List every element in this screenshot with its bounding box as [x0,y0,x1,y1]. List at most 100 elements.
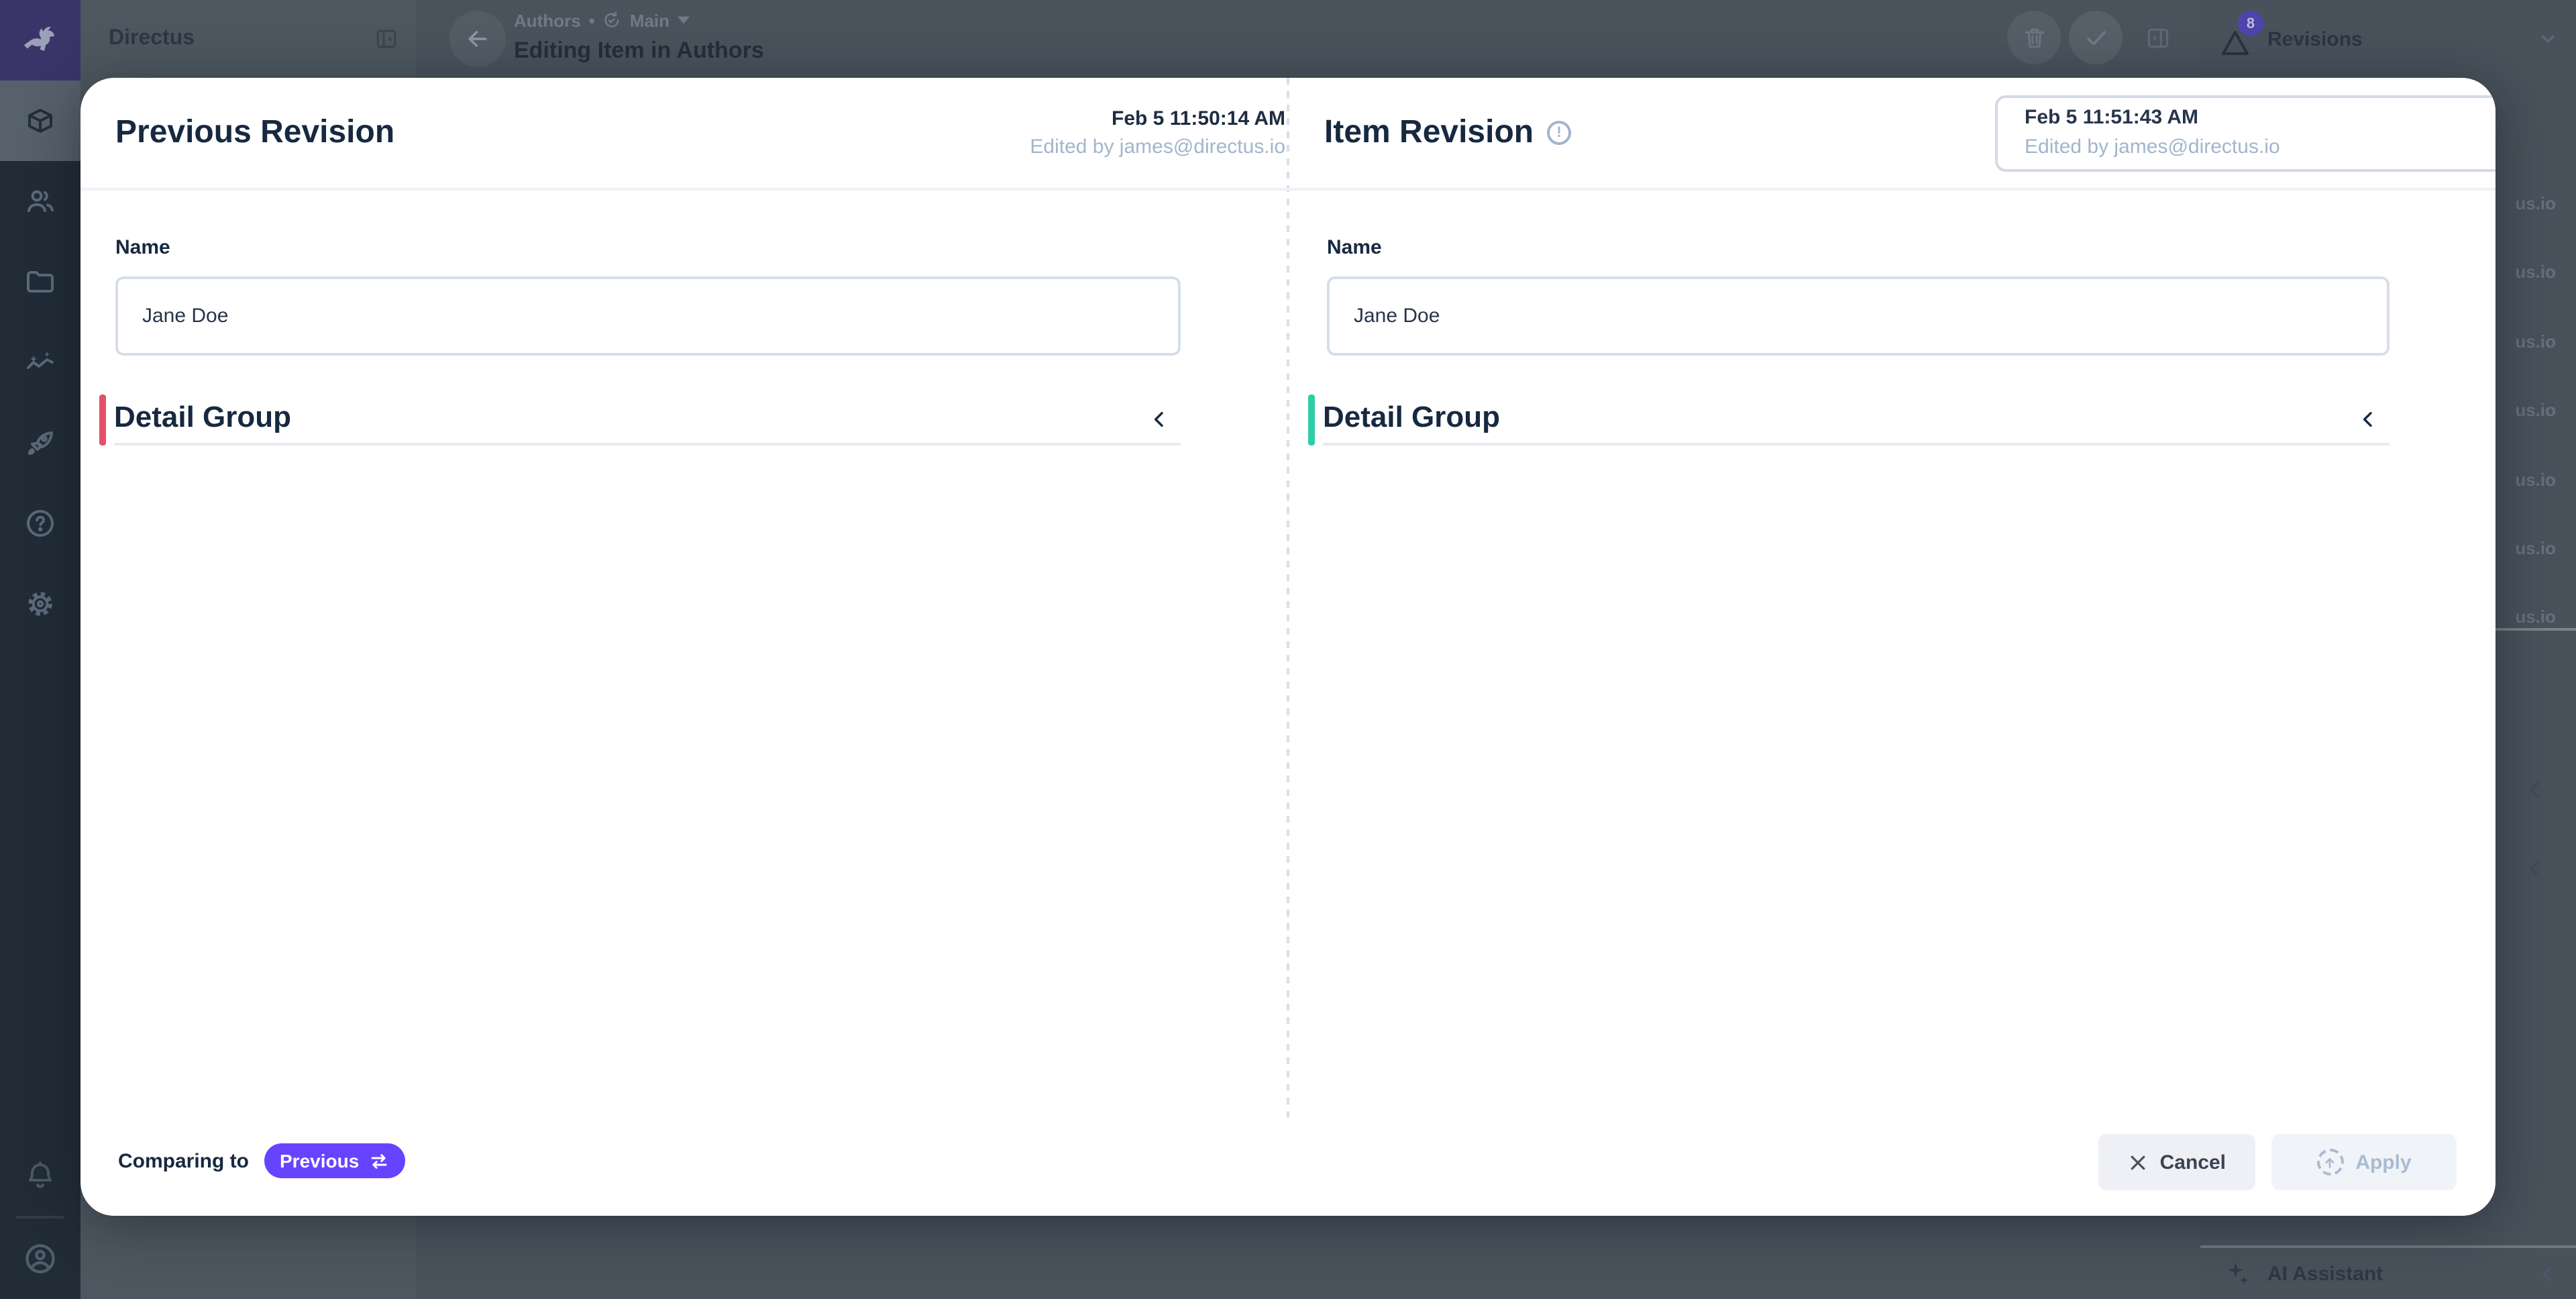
drawer-header-rule [80,188,2496,191]
comparing-to-label: Comparing to [118,1149,249,1172]
breadcrumb-version[interactable]: Main [630,10,669,30]
title-block: Authors • Main Editing Item in Authors [514,9,764,64]
module-files[interactable] [0,242,80,322]
previous-detail-group: Detail Group [99,395,1181,446]
revision-select-dropdown[interactable]: Feb 5 11:51:43 AM Edited by james@direct… [1995,95,2496,171]
cancel-button[interactable]: Cancel [2098,1134,2255,1190]
module-help[interactable] [0,483,80,564]
name-field-label: Name [1327,236,2390,259]
trash-icon [2021,25,2047,50]
rabbit-logo-icon [17,17,63,63]
swap-icon [368,1152,388,1170]
revision-line-fragment: us.io [2515,238,2556,307]
version-dropdown-arrow-icon[interactable] [678,16,690,24]
item-detail-group: Detail Group [1308,395,2390,446]
previous-revision-header: Previous Revision Feb 5 11:50:14 AM Edit… [115,78,1331,188]
users-icon [24,185,56,217]
toggle-sidebar-button[interactable] [2131,11,2184,64]
chevron-left-icon[interactable] [2537,1263,2557,1284]
module-insights[interactable] [0,322,80,403]
directus-logo[interactable] [0,0,80,81]
previous-revision-title: Previous Revision [115,114,394,152]
close-icon [2128,1152,2148,1172]
item-revision-header: Item Revision ! Feb 5 11:51:43 AM Edited… [1324,78,2496,188]
group-divider [114,443,1181,446]
group-collapse-chevron-icon[interactable] [2357,407,2379,432]
bell-icon [24,1159,56,1192]
revisions-section-header[interactable]: 8 Revisions [2200,0,2576,78]
project-name: Directus [109,27,195,51]
cancel-label: Cancel [2160,1151,2226,1174]
group-accent-bar-success [1308,395,1315,446]
info-icon: ! [1547,121,1571,145]
breadcrumb: Authors • Main [514,9,764,31]
module-bar [0,0,80,1299]
page-title: Editing Item in Authors [514,38,764,64]
directus-app: Directus Authors • Main Editing Item in … [0,0,2576,1299]
arrow-left-icon [464,25,491,52]
user-avatar[interactable] [0,1218,80,1299]
module-settings[interactable] [0,564,80,644]
revision-line-fragment: us.io [2515,307,2556,376]
module-users[interactable] [0,161,80,242]
insights-icon [24,346,56,378]
group-divider [1323,443,2390,446]
ai-assistant-section[interactable]: AI Assistant [2200,1245,2576,1299]
chevron-left-icon[interactable] [2524,778,2546,801]
comparing-target-value: Previous [280,1150,359,1172]
breadcrumb-separator: • [589,10,595,30]
ai-assistant-label: AI Assistant [2267,1262,2537,1285]
delete-item-button[interactable] [2007,11,2061,64]
detail-group-title: Detail Group [1323,400,1500,435]
apply-button[interactable]: Apply [2271,1134,2457,1190]
item-name-field: Name [1327,236,2390,356]
notifications-button[interactable] [0,1135,80,1216]
avatar-icon [23,1241,58,1276]
chevron-down-icon [2491,121,2496,145]
help-icon [24,507,56,539]
name-field-label: Name [115,236,1181,259]
previous-name-field: Name [115,236,1181,356]
sparkles-icon [2224,1260,2251,1287]
chevron-left-icon[interactable] [2524,858,2546,880]
apply-label: Apply [2355,1151,2411,1174]
revision-compare-drawer: Previous Revision Feb 5 11:50:14 AM Edit… [80,78,2496,1216]
comparing-target-button[interactable]: Previous [264,1143,405,1178]
check-icon [2083,25,2108,50]
revision-line-fragment: us.io [2515,376,2556,445]
top-bar-actions [2007,11,2184,64]
chevron-down-icon[interactable] [2537,28,2559,50]
item-revision-timestamp: Feb 5 11:51:43 AM [2025,104,2491,134]
item-revision-edited-by: Edited by james@directus.io [2025,133,2491,162]
comparing-to-group: Comparing to Previous [118,1143,405,1178]
group-accent-bar-danger [99,395,106,446]
detail-group-title: Detail Group [114,400,291,435]
breadcrumb-collection[interactable]: Authors [514,10,581,30]
compare-split-divider [1287,78,1289,1118]
group-collapse-chevron-icon[interactable] [1148,407,1170,432]
item-name-input[interactable] [1327,276,2390,356]
folder-icon [24,266,56,298]
revision-line-fragment: us.io [2515,583,2556,652]
module-content[interactable] [0,81,80,161]
revision-line-fragment: us.io [2515,514,2556,583]
drawer-actions: Cancel Apply [2098,1134,2457,1190]
save-item-button[interactable] [2069,11,2123,64]
revisions-title: Revisions [2267,28,2363,50]
apply-commit-icon [2316,1149,2343,1176]
previous-revision-edited-by: Edited by james@directus.io [1030,133,1285,161]
revision-line-fragment: us.io [2515,445,2556,514]
previous-name-input[interactable] [115,276,1181,356]
gear-icon [24,588,56,620]
content-cube-icon [24,105,56,137]
revision-line-fragment: us.io [2515,169,2556,238]
revision-list-truncated: us.io us.io us.io us.io us.io us.io us.i… [2515,169,2556,652]
nav-header: Directus [80,0,416,78]
revisions-count-badge: 8 [2238,11,2263,36]
collapse-nav-icon[interactable] [376,28,397,50]
module-marketplace[interactable] [0,403,80,483]
version-icon [603,11,622,30]
item-revision-title: Item Revision [1324,114,1534,152]
back-button[interactable] [449,11,506,67]
rocket-icon [24,427,56,459]
